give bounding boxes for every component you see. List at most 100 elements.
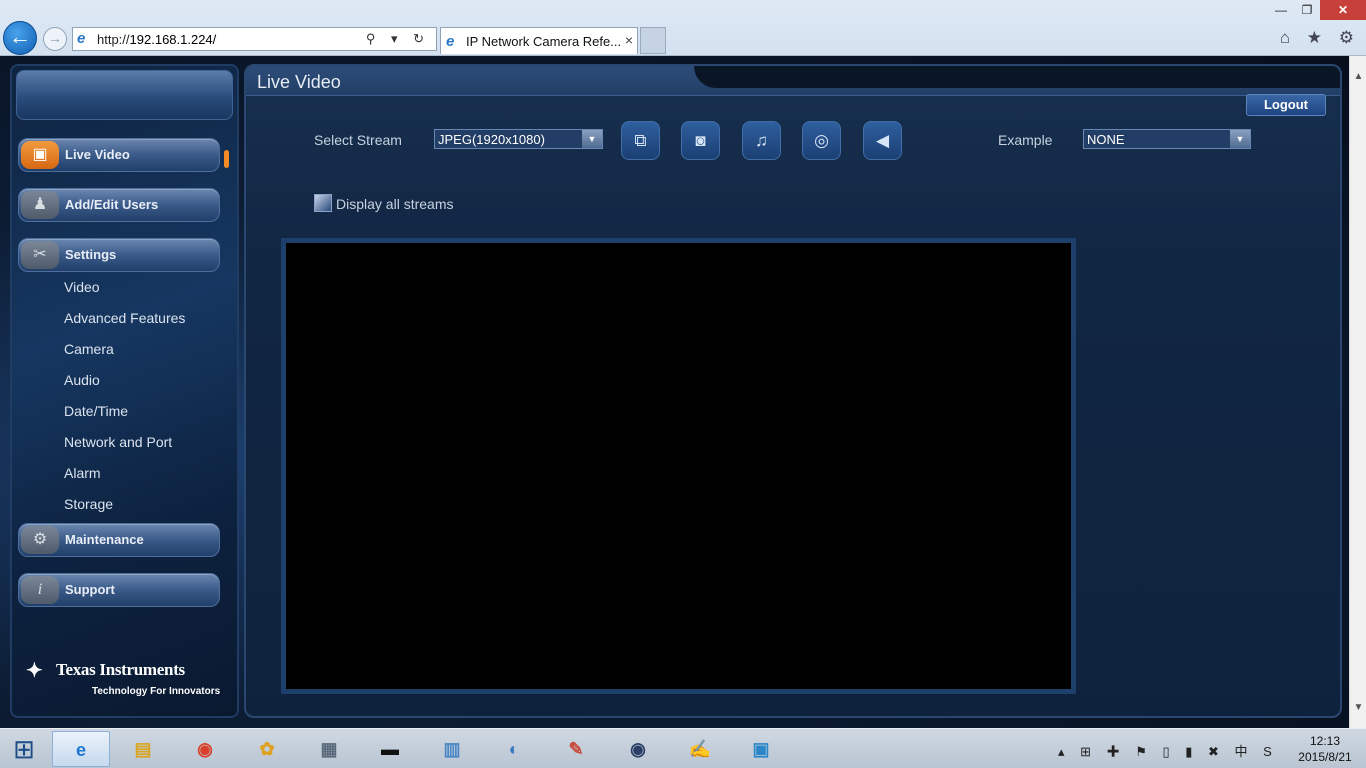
taskbar-app-paint[interactable]: ✎	[547, 731, 605, 767]
snapshot-camera-icon: ◙	[695, 131, 706, 150]
back-arrow-icon: ←	[9, 24, 31, 49]
header-background	[694, 66, 1340, 88]
record-button[interactable]: ◎	[802, 121, 841, 160]
clock-time: 12:13	[1309, 734, 1341, 748]
info-icon: i	[21, 576, 59, 604]
taskbar-app-media-player[interactable]: ◉	[609, 731, 667, 767]
display-all-streams-label: Display all streams	[336, 196, 454, 212]
settings-item-advanced-features[interactable]: Advanced Features	[64, 310, 185, 326]
media-player-icon: ◉	[630, 739, 646, 759]
address-bar[interactable]: e http://192.168.1.224/ ⚲ ▾ ↻	[72, 27, 437, 51]
page-scrollbar[interactable]: ▲ ▼	[1349, 56, 1366, 728]
minimize-icon[interactable]: —	[1268, 0, 1294, 20]
speaker-icon: ◀	[875, 131, 890, 150]
home-favorites-settings-icons[interactable]: ⌂ ★ ⚙	[1280, 28, 1360, 48]
taskbar-app-chrome[interactable]: ◉	[176, 731, 234, 767]
sidebar-header	[16, 70, 233, 120]
nav-settings[interactable]: ✂ Settings	[18, 238, 220, 272]
clock-date: 2015/8/21	[1298, 750, 1352, 764]
settings-item-camera[interactable]: Camera	[64, 341, 114, 357]
clock[interactable]: 12:13 2015/8/21	[1290, 733, 1360, 765]
camera-web-page: ▣ Live Video ♟ Add/Edit Users ✂ Settings…	[0, 56, 1349, 728]
nav-support[interactable]: i Support	[18, 573, 220, 607]
virtual-machine-icon: ▣	[752, 739, 770, 759]
paint-icon: ✎	[568, 739, 584, 759]
system-tray-icons[interactable]: ▴ ⊞ ✚ ⚑ ▯ ▮ ✖ 中 S	[1058, 741, 1278, 760]
taskbar-app-internet-explorer[interactable]: e	[52, 731, 110, 767]
new-tab-button[interactable]	[640, 27, 666, 54]
ti-emblem-icon: ✦	[26, 660, 43, 682]
settings-item-alarm[interactable]: Alarm	[64, 465, 101, 481]
restore-icon[interactable]: ❐	[1294, 0, 1320, 20]
fullscreen-icon: ⧉	[634, 131, 647, 150]
chevron-down-icon: ▼	[582, 130, 602, 148]
ti-logo-name: Texas Instruments	[56, 660, 185, 679]
scroll-down-icon[interactable]: ▼	[1350, 699, 1366, 716]
taskbar: ⊞ e ▤ ◉ ✿ ▦ ▬ ▥ ◐ ✎ ◉ ✍ ▣ ▴ ⊞ ✚ ⚑ ▯ ▮ ✖ 中 S 12:13 2…	[0, 728, 1366, 768]
browser-tab[interactable]: e IP Network Camera Refe... ×	[440, 27, 638, 54]
chrome-icon: ◉	[197, 739, 213, 759]
stream-select[interactable]: JPEG(1920x1080) ▼	[434, 129, 603, 149]
nav-live-video[interactable]: ▣ Live Video	[18, 138, 220, 172]
settings-item-storage[interactable]: Storage	[64, 496, 113, 512]
internet-explorer-icon: e	[75, 740, 86, 760]
alarm-button[interactable]: ♫	[742, 121, 781, 160]
notepad-icon: ✍	[688, 739, 712, 759]
taskbar-app-notepad[interactable]: ✍	[671, 731, 729, 767]
settings-item-audio[interactable]: Audio	[64, 372, 100, 388]
video-viewport[interactable]	[281, 238, 1076, 694]
example-select-value: NONE	[1087, 132, 1125, 147]
settings-item-network-port[interactable]: Network and Port	[64, 434, 172, 450]
tools-icon: ✂	[21, 241, 59, 269]
file-explorer-icon: ▤	[134, 739, 152, 759]
taskbar-app-calculator[interactable]: ▥	[423, 731, 481, 767]
settings-item-video[interactable]: Video	[64, 279, 100, 295]
panel-header: Live Video	[246, 66, 1340, 96]
scroll-up-icon[interactable]: ▲	[1350, 68, 1366, 85]
taskbar-app-paint-palette[interactable]: ✿	[238, 731, 296, 767]
alarm-bell-icon: ♫	[755, 131, 768, 150]
tab-title: IP Network Camera Refe...	[466, 34, 621, 49]
display-all-streams-checkbox[interactable]	[314, 194, 332, 212]
forward-arrow-icon: →	[48, 30, 62, 46]
settings-item-date-time[interactable]: Date/Time	[64, 403, 128, 419]
video-canvas	[287, 244, 1070, 688]
audio-button[interactable]: ◀	[863, 121, 902, 160]
wrench-gear-icon: ⚙	[21, 526, 59, 554]
tab-close-icon[interactable]: ×	[625, 32, 633, 48]
add-user-icon: ♟	[21, 191, 59, 219]
taskbar-app-control-panel[interactable]: ▦	[300, 731, 358, 767]
browser-chrome: ← → e http://192.168.1.224/ ⚲ ▾ ↻ e IP N…	[0, 0, 1366, 56]
nav-add-edit-users[interactable]: ♟ Add/Edit Users	[18, 188, 220, 222]
example-select[interactable]: NONE ▼	[1083, 129, 1251, 149]
fullscreen-button[interactable]: ⧉	[621, 121, 660, 160]
address-url[interactable]: http://192.168.1.224/	[97, 32, 216, 47]
record-disc-icon: ◎	[814, 131, 829, 150]
page-title: Live Video	[257, 72, 341, 92]
logout-button[interactable]: Logout	[1246, 94, 1326, 116]
close-window-icon[interactable]: ✕	[1320, 0, 1366, 20]
command-prompt-icon: ▬	[381, 739, 399, 759]
taskbar-app-network-tool[interactable]: ◐	[485, 731, 543, 767]
sidebar: ▣ Live Video ♟ Add/Edit Users ✂ Settings…	[10, 64, 239, 718]
control-panel-icon: ▦	[320, 739, 338, 759]
back-button[interactable]: ←	[3, 21, 37, 55]
select-stream-label: Select Stream	[314, 132, 402, 148]
calculator-icon: ▥	[443, 739, 461, 759]
paint-palette-icon: ✿	[259, 739, 275, 759]
windows-start-icon[interactable]: ⊞	[8, 735, 40, 763]
nav-maintenance[interactable]: ⚙ Maintenance	[18, 523, 220, 557]
address-tools-icons[interactable]: ⚲ ▾ ↻	[366, 31, 430, 47]
forward-button[interactable]: →	[43, 27, 67, 51]
taskbar-app-virtual-machine[interactable]: ▣	[732, 731, 790, 767]
ie-tab-icon: e	[446, 33, 455, 50]
video-camera-icon: ▣	[21, 141, 59, 169]
example-label: Example	[998, 132, 1053, 148]
taskbar-app-command-prompt[interactable]: ▬	[361, 731, 419, 767]
chevron-down-icon: ▼	[1230, 130, 1250, 148]
network-tool-icon: ◐	[508, 739, 520, 759]
main-panel: Live Video Logout Select Stream JPEG(192…	[244, 64, 1342, 718]
taskbar-app-file-explorer[interactable]: ▤	[114, 731, 172, 767]
active-indicator	[224, 150, 229, 168]
snapshot-button[interactable]: ◙	[681, 121, 720, 160]
